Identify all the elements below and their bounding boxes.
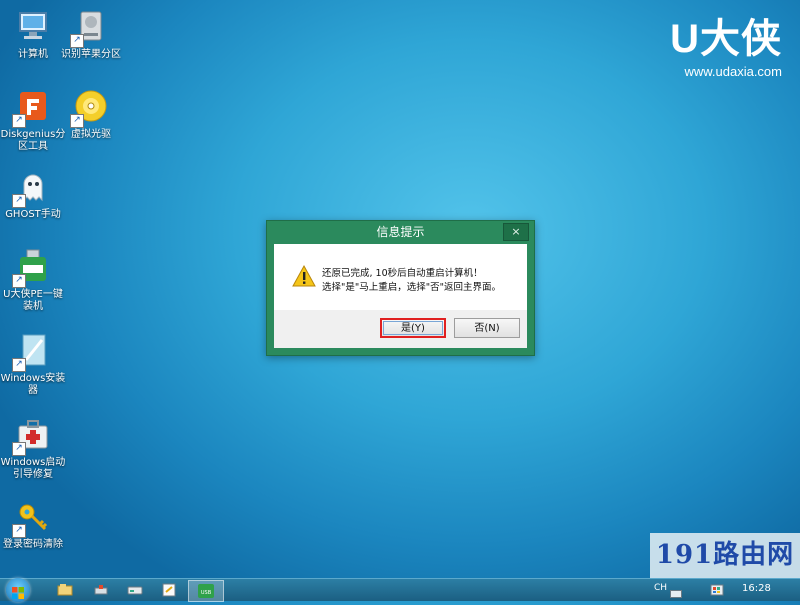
key-icon: ↗ bbox=[12, 498, 52, 538]
virtual-drive-icon: ↗ bbox=[70, 88, 110, 128]
brand-logo: U大侠 www.udaxia.com bbox=[670, 16, 782, 79]
desktop-icon-computer[interactable]: 计算机 bbox=[0, 8, 66, 61]
clock[interactable]: 16:28 bbox=[742, 583, 771, 594]
desktop-icon-pe-installer[interactable]: ↗ U大侠PE一键装机 bbox=[0, 248, 66, 313]
ghost-icon: ↗ bbox=[12, 168, 52, 208]
desktop-icon-label: GHOST手动 bbox=[5, 209, 61, 220]
taskbar-active-usb-app[interactable]: USB bbox=[188, 580, 224, 602]
shortcut-arrow-icon: ↗ bbox=[12, 194, 26, 208]
desktop-icon-diskgenius[interactable]: ↗ Diskgenius分区工具 bbox=[0, 88, 66, 153]
computer-icon bbox=[14, 8, 52, 46]
brand-name: U大侠 bbox=[670, 17, 782, 61]
warning-icon bbox=[292, 264, 316, 288]
shortcut-arrow-icon: ↗ bbox=[12, 524, 26, 538]
no-button[interactable]: 否(N) bbox=[454, 318, 520, 338]
shortcut-arrow-icon: ↗ bbox=[70, 34, 84, 48]
desktop-icon-label: Windows安装器 bbox=[0, 373, 66, 396]
shortcut-arrow-icon: ↗ bbox=[12, 114, 26, 128]
dialog-title: 信息提示 bbox=[376, 225, 425, 239]
brand-url: www.udaxia.com bbox=[684, 64, 782, 79]
taskbar-tools-icon[interactable] bbox=[92, 582, 110, 598]
taskbar-explorer-icon[interactable] bbox=[56, 582, 74, 598]
desktop-icon-label: 登录密码清除 bbox=[3, 539, 63, 550]
shortcut-arrow-icon: ↗ bbox=[70, 114, 84, 128]
dialog-body: 还原已完成, 10秒后自动重启计算机！ 选择"是"马上重启，选择"否"返回主界面… bbox=[274, 244, 527, 348]
taskbar-drive-icon[interactable] bbox=[126, 582, 144, 598]
desktop-icon-label: Windows启动引导修复 bbox=[0, 457, 66, 480]
input-language-indicator[interactable]: CH bbox=[654, 583, 667, 593]
usb-label: USB bbox=[201, 590, 212, 596]
windows-logo-icon bbox=[12, 584, 24, 599]
shortcut-arrow-icon: ↗ bbox=[12, 358, 26, 372]
dialog-message-area: 还原已完成, 10秒后自动重启计算机！ 选择"是"马上重启，选择"否"返回主界面… bbox=[274, 244, 527, 310]
desktop-icon-label: 识别苹果分区 bbox=[61, 49, 121, 60]
start-button[interactable] bbox=[6, 578, 30, 602]
dialog-message-line: 选择"是"马上重启，选择"否"返回主界面。 bbox=[322, 282, 501, 293]
taskbar-app-icon[interactable] bbox=[160, 582, 178, 598]
usb-installer-icon: ↗ bbox=[12, 248, 52, 288]
desktop-icon-apple-partition[interactable]: ↗ 识别苹果分区 bbox=[58, 8, 124, 61]
desktop-icon-label: 虚拟光驱 bbox=[71, 129, 111, 140]
desktop-icon-label: Diskgenius分区工具 bbox=[0, 129, 66, 152]
desktop-icon-boot-repair[interactable]: ↗ Windows启动引导修复 bbox=[0, 416, 66, 481]
yes-button[interactable]: 是(Y) bbox=[380, 318, 446, 338]
close-button[interactable]: × bbox=[503, 223, 529, 241]
desktop-icon-label: 计算机 bbox=[18, 49, 48, 60]
network-icon[interactable] bbox=[710, 582, 724, 596]
drive-icon: ↗ bbox=[70, 8, 110, 48]
desktop-icon-windows-installer[interactable]: ↗ Windows安装器 bbox=[0, 332, 66, 397]
boot-repair-icon: ↗ bbox=[12, 416, 52, 456]
windows-installer-icon: ↗ bbox=[12, 332, 52, 372]
desktop-icon-ghost[interactable]: ↗ GHOST手动 bbox=[0, 168, 66, 221]
desktop-icon-password-clear[interactable]: ↗ 登录密码清除 bbox=[0, 498, 66, 551]
close-icon: × bbox=[511, 225, 521, 238]
keyboard-icon[interactable] bbox=[670, 584, 682, 598]
desktop-icon-virtual-drive[interactable]: ↗ 虚拟光驱 bbox=[58, 88, 124, 141]
watermark: 191路由网 bbox=[650, 533, 800, 578]
taskbar: USB CH 16:28 bbox=[0, 578, 800, 602]
info-dialog: 信息提示 × 还原已完成, 10秒后自动重启计算机！ 选择"是"马上重启，选择"… bbox=[266, 220, 535, 356]
dialog-message-line: 还原已完成, 10秒后自动重启计算机！ bbox=[322, 268, 483, 279]
shortcut-arrow-icon: ↗ bbox=[12, 442, 26, 456]
shortcut-arrow-icon: ↗ bbox=[12, 274, 26, 288]
desktop-icon-label: U大侠PE一键装机 bbox=[3, 289, 63, 312]
dialog-button-bar: 是(Y) 否(N) bbox=[274, 310, 527, 348]
diskgenius-icon: ↗ bbox=[12, 88, 52, 128]
